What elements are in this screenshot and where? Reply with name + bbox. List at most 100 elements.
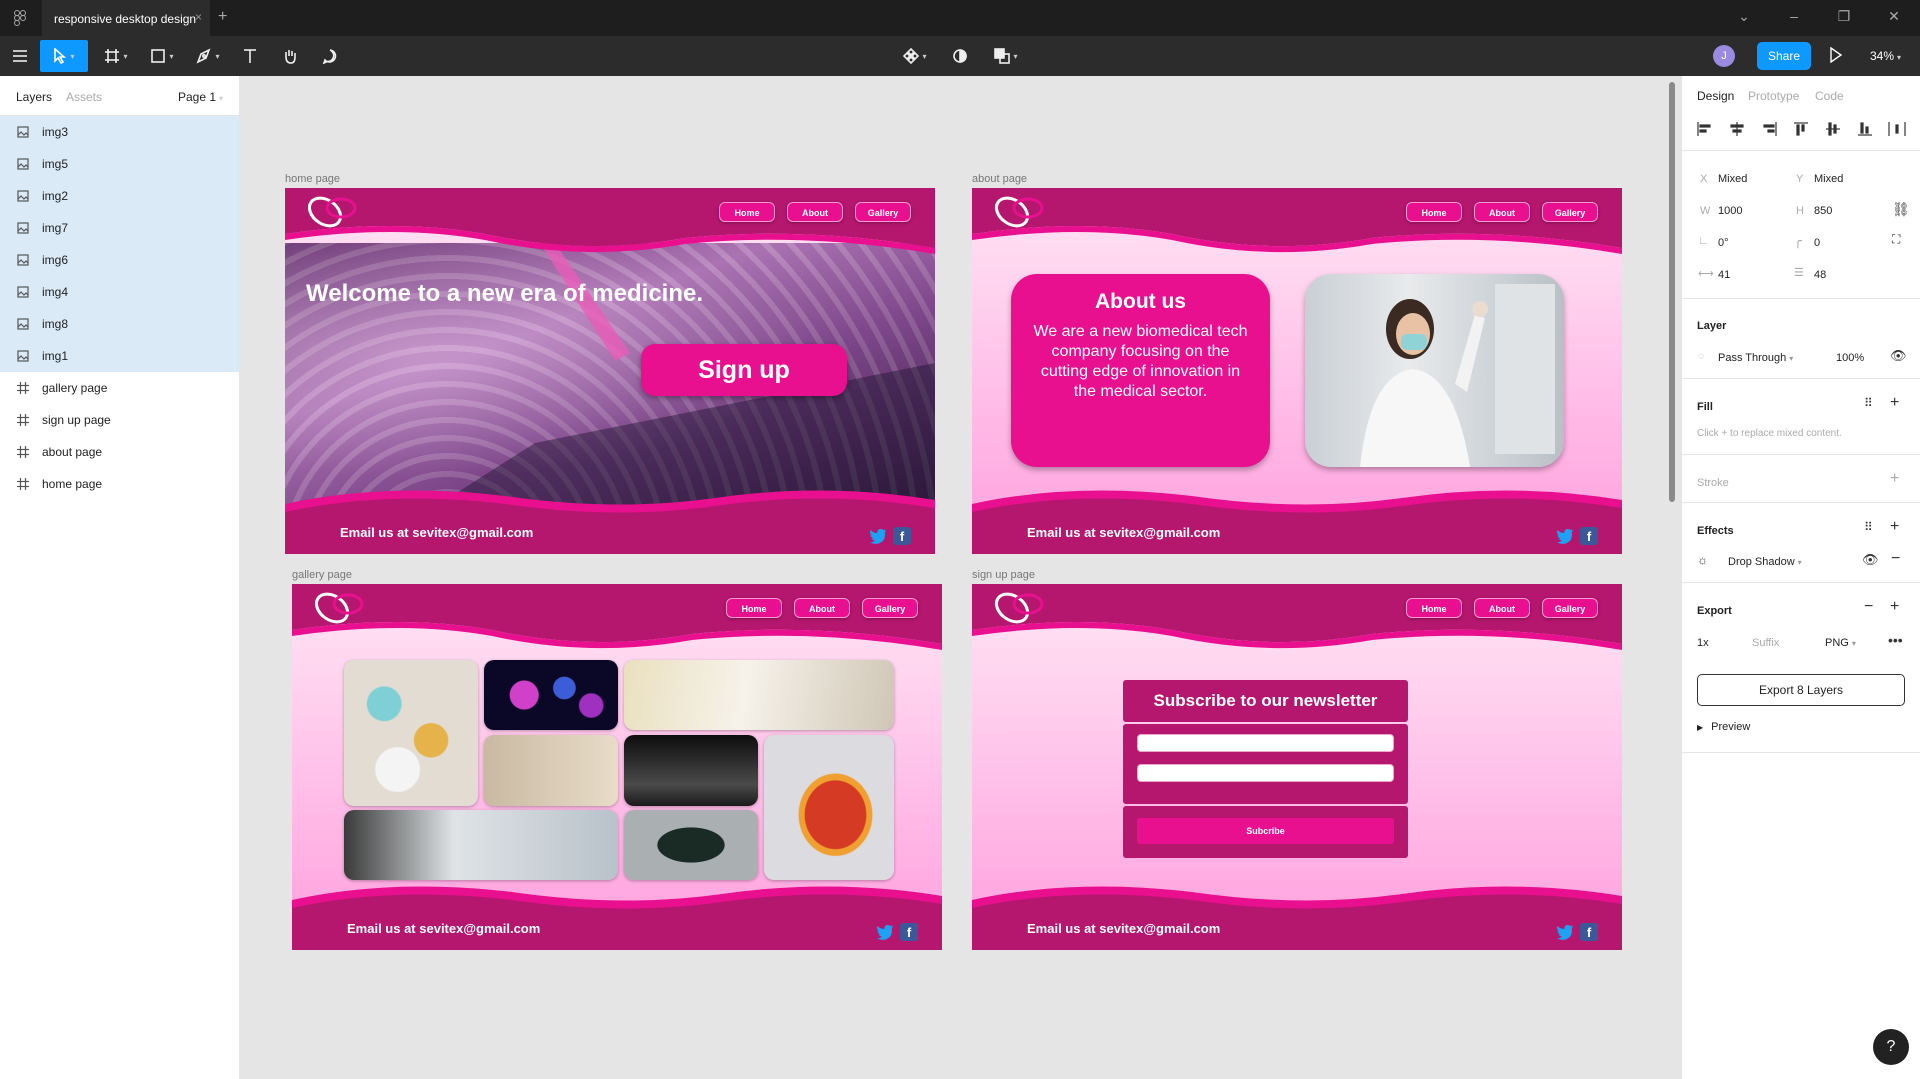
distribute-icon[interactable] — [1888, 122, 1906, 136]
frame-label-gallery[interactable]: gallery page — [292, 569, 352, 581]
layer-item[interactable]: img7 — [0, 212, 239, 244]
eye-icon[interactable]: 👁 — [1890, 348, 1907, 364]
shape-tool[interactable]: ▾ — [144, 40, 180, 72]
nav-gallery-button[interactable]: Gallery — [1542, 598, 1598, 618]
align-top-icon[interactable] — [1792, 122, 1810, 136]
nav-about-button[interactable]: About — [1474, 202, 1530, 222]
effect-visibility-eye-icon[interactable]: 👁 — [1862, 552, 1879, 568]
twitter-icon[interactable] — [1556, 923, 1574, 941]
layer-item[interactable]: img2 — [0, 180, 239, 212]
new-tab-icon[interactable]: + — [218, 8, 227, 26]
align-left-icon[interactable] — [1696, 122, 1714, 136]
comment-tool[interactable] — [318, 40, 342, 72]
align-right-icon[interactable] — [1760, 122, 1778, 136]
h-value[interactable]: 850 — [1814, 205, 1832, 217]
footer-email[interactable]: Email us at sevitex@gmail.com — [347, 921, 540, 936]
export-format-select[interactable]: PNG ▾ — [1825, 637, 1856, 649]
opacity-value[interactable]: 100% — [1836, 352, 1864, 364]
tab-prototype[interactable]: Prototype — [1748, 89, 1799, 103]
frame-label-signup[interactable]: sign up page — [972, 569, 1035, 581]
gallery-image-researcher-microscope[interactable] — [344, 810, 618, 880]
align-bottom-icon[interactable] — [1856, 122, 1874, 136]
align-center-horizontal-icon[interactable] — [1728, 122, 1746, 136]
twitter-icon[interactable] — [876, 923, 894, 941]
add-effect-icon[interactable]: + — [1890, 518, 1899, 536]
nav-about-button[interactable]: About — [787, 202, 843, 222]
independent-corners-icon[interactable]: ⛶ — [1892, 232, 1900, 247]
facebook-icon[interactable]: f — [900, 923, 918, 941]
nav-about-button[interactable]: About — [794, 598, 850, 618]
align-center-vertical-icon[interactable] — [1824, 122, 1842, 136]
user-avatar[interactable]: J — [1713, 45, 1735, 67]
subscribe-button[interactable]: Subcribe — [1137, 818, 1394, 844]
tab-layers[interactable]: Layers — [16, 90, 52, 104]
export-layers-button[interactable]: Export 8 Layers — [1697, 674, 1905, 706]
nav-about-button[interactable]: About — [1474, 598, 1530, 618]
hand-tool[interactable] — [278, 40, 302, 72]
tab-assets[interactable]: Assets — [66, 90, 102, 104]
effect-type-select[interactable]: Drop Shadow ▾ — [1728, 556, 1802, 568]
layer-item[interactable]: about page — [0, 436, 239, 468]
nav-home-button[interactable]: Home — [1406, 202, 1462, 222]
nav-home-button[interactable]: Home — [726, 598, 782, 618]
more-options-icon[interactable]: ••• — [1888, 632, 1903, 648]
chevron-down-icon[interactable]: ⌄ — [1734, 8, 1754, 25]
export-suffix-field[interactable]: Suffix — [1752, 637, 1779, 649]
blend-mode-select[interactable]: Pass Through ▾ — [1718, 352, 1793, 364]
add-fill-icon[interactable]: + — [1890, 394, 1899, 412]
page-selector[interactable]: Page 1 ▾ — [178, 90, 223, 104]
facebook-icon[interactable]: f — [1580, 527, 1598, 545]
pen-tool[interactable]: ▾ — [190, 40, 226, 72]
present-play-icon[interactable] — [1829, 47, 1843, 63]
spacing-vertical-value[interactable]: 48 — [1814, 269, 1826, 281]
home-page-frame[interactable]: Home About Gallery Welcome to a new era … — [285, 188, 935, 554]
frame-label-home[interactable]: home page — [285, 173, 340, 185]
text-tool[interactable] — [238, 40, 262, 72]
sign-up-button[interactable]: Sign up — [641, 344, 847, 396]
gallery-image-gloved-hand[interactable] — [624, 660, 894, 730]
layer-item[interactable]: img8 — [0, 308, 239, 340]
gallery-image-cells[interactable] — [484, 660, 618, 730]
close-tab-icon[interactable]: × — [195, 10, 202, 24]
radius-value[interactable]: 0 — [1814, 237, 1820, 249]
effect-settings-icon[interactable]: ☼ — [1697, 553, 1708, 567]
newsletter-email-field[interactable] — [1137, 764, 1394, 782]
share-button[interactable]: Share — [1757, 42, 1811, 70]
nav-gallery-button[interactable]: Gallery — [1542, 202, 1598, 222]
facebook-icon[interactable]: f — [893, 527, 911, 545]
layer-item[interactable]: img5 — [0, 148, 239, 180]
file-tab[interactable]: responsive desktop design × — [42, 0, 210, 36]
components-tool[interactable]: ▾ — [898, 40, 932, 72]
export-scale[interactable]: 1x — [1697, 637, 1709, 649]
w-value[interactable]: 1000 — [1718, 205, 1742, 217]
gallery-image-lab-glassware[interactable] — [624, 735, 758, 806]
newsletter-name-field[interactable] — [1137, 734, 1394, 752]
theme-tool[interactable] — [948, 40, 972, 72]
gallery-image-heart-model[interactable] — [764, 735, 894, 880]
frame-label-about[interactable]: about page — [972, 173, 1027, 185]
facebook-icon[interactable]: f — [1580, 923, 1598, 941]
frame-tool[interactable]: ▾ — [98, 40, 134, 72]
footer-email[interactable]: Email us at sevitex@gmail.com — [340, 525, 533, 540]
design-canvas[interactable]: home page Home About Gallery Welcome to … — [241, 76, 1681, 1079]
canvas-scrollbar[interactable] — [1669, 82, 1675, 502]
remove-effect-icon[interactable]: − — [1891, 550, 1900, 568]
twitter-icon[interactable] — [1556, 527, 1574, 545]
footer-email[interactable]: Email us at sevitex@gmail.com — [1027, 525, 1220, 540]
move-tool[interactable]: ▾ — [40, 40, 88, 72]
gallery-image-anatomy-sketch[interactable] — [484, 735, 618, 806]
style-grid-icon[interactable]: ⠿ — [1864, 396, 1873, 410]
minimize-icon[interactable]: – — [1784, 8, 1804, 24]
constrain-proportions-icon[interactable]: ⛓ — [1892, 201, 1910, 218]
zoom-level[interactable]: 34% ▾ — [1870, 49, 1901, 63]
nav-gallery-button[interactable]: Gallery — [855, 202, 911, 222]
main-menu-icon[interactable] — [8, 40, 32, 72]
rotation-value[interactable]: 0° — [1718, 237, 1729, 249]
add-export-icon[interactable]: + — [1890, 598, 1899, 616]
nav-home-button[interactable]: Home — [1406, 598, 1462, 618]
about-page-frame[interactable]: Home About Gallery About us We are a new… — [972, 188, 1622, 554]
footer-email[interactable]: Email us at sevitex@gmail.com — [1027, 921, 1220, 936]
preview-toggle[interactable]: ▶ Preview — [1697, 721, 1750, 733]
sign-up-page-frame[interactable]: Home About Gallery Subscribe to our news… — [972, 584, 1622, 950]
layer-item[interactable]: img1 — [0, 340, 239, 372]
